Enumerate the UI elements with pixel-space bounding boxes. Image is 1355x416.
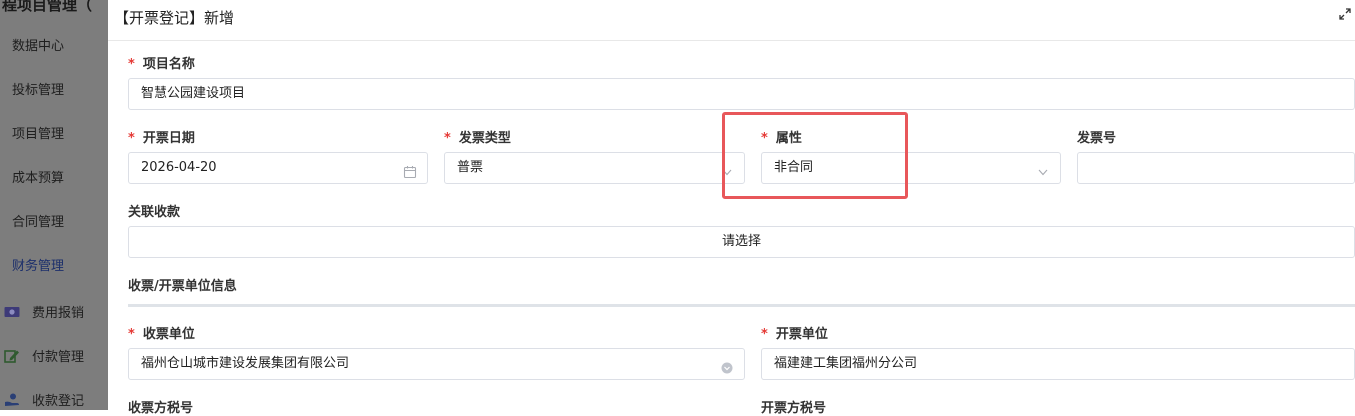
- issuer-tax-no-label: 开票方税号: [761, 401, 827, 416]
- sidebar-item-data-center[interactable]: 数据中心: [12, 35, 64, 54]
- invoice-no-label: 发票号: [1077, 131, 1117, 146]
- maximize-icon[interactable]: [1339, 8, 1351, 20]
- chevron-down-icon: [720, 161, 734, 176]
- sidebar-item-label: 收款登记: [32, 394, 85, 409]
- invoice-modal: 【开票登记】新增 * 项目名称 智慧公园建设项目 * 开票日期 2026-04-20…: [108, 0, 1355, 416]
- section-title: 收票/开票单位信息: [128, 279, 237, 294]
- required-mark: *: [761, 131, 768, 146]
- receiving-unit-label: * 收票单位: [128, 327, 195, 342]
- calendar-icon: [403, 161, 417, 179]
- sidebar-item-receipt[interactable]: 收款登记: [4, 390, 84, 409]
- invoice-type-select[interactable]: 普票: [444, 152, 745, 184]
- modal-header: 【开票登记】新增: [108, 0, 1355, 41]
- issuing-unit-label: * 开票单位: [761, 327, 828, 342]
- receive-hand-icon: [4, 393, 20, 407]
- section-divider: [128, 304, 1355, 307]
- required-mark: *: [128, 327, 135, 342]
- related-receipt-label: 关联收款: [128, 205, 181, 220]
- sidebar-item-finance[interactable]: 财务管理: [12, 255, 64, 274]
- chevron-down-icon: [1036, 161, 1050, 176]
- sidebar-item-label: 费用报销: [32, 306, 85, 321]
- sidebar-item-contracts[interactable]: 合同管理: [12, 211, 64, 230]
- app-title: 程项目管理（: [2, 0, 93, 14]
- sidebar-item-bidding[interactable]: 投标管理: [12, 79, 64, 98]
- sidebar: 程项目管理（ 数据中心 投标管理 项目管理 成本预算 合同管理 财务管理 费用报…: [0, 0, 108, 410]
- required-mark: *: [128, 131, 135, 146]
- required-mark: *: [128, 57, 135, 72]
- attribute-select[interactable]: 非合同: [761, 152, 1061, 184]
- sidebar-item-payment[interactable]: 付款管理: [4, 346, 84, 365]
- receiver-tax-no-label: 收票方税号: [128, 401, 194, 416]
- sidebar-item-expense[interactable]: 费用报销: [4, 302, 84, 321]
- invoice-date-label: * 开票日期: [128, 131, 195, 146]
- project-name-input[interactable]: 智慧公园建设项目: [128, 78, 1355, 110]
- receiving-unit-select[interactable]: 福州仓山城市建设发展集团有限公司: [128, 348, 745, 380]
- edit-icon: [4, 349, 20, 363]
- issuing-unit-input[interactable]: 福建建工集团福州分公司: [761, 348, 1355, 380]
- required-mark: *: [761, 327, 768, 342]
- clear-icon[interactable]: [720, 357, 734, 374]
- invoice-type-label: * 发票类型: [444, 131, 511, 146]
- sidebar-item-label: 付款管理: [32, 350, 85, 365]
- invoice-no-input[interactable]: [1077, 152, 1355, 184]
- invoice-date-picker[interactable]: 2026-04-20: [128, 152, 428, 184]
- sidebar-item-projects[interactable]: 项目管理: [12, 123, 64, 142]
- sidebar-item-cost-budget[interactable]: 成本预算: [12, 167, 64, 186]
- modal-title: 【开票登记】新增: [114, 9, 235, 27]
- money-icon: [4, 305, 20, 319]
- related-receipt-select-button[interactable]: 请选择: [128, 226, 1355, 258]
- project-name-label: * 项目名称: [128, 57, 195, 72]
- attribute-label: * 属性: [761, 131, 802, 146]
- required-mark: *: [444, 131, 451, 146]
